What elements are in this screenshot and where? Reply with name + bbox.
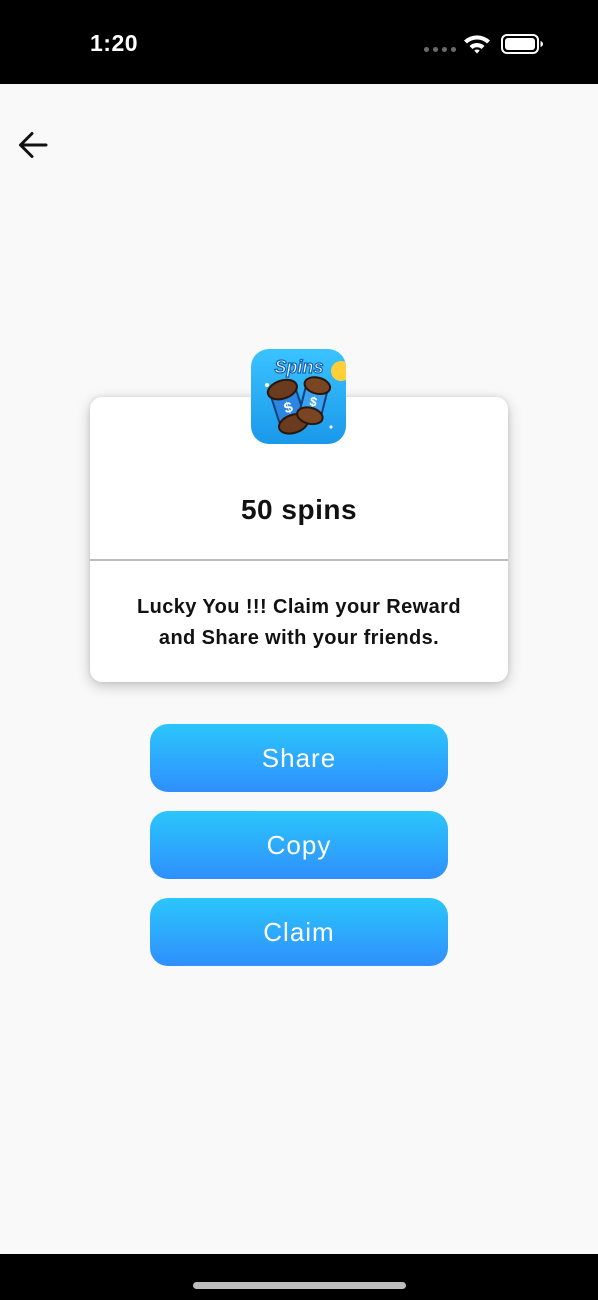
back-arrow-icon bbox=[19, 132, 48, 158]
status-bar: 1:20 bbox=[0, 0, 598, 84]
copy-button[interactable]: Copy bbox=[150, 811, 448, 879]
reward-message: Lucky You !!! Claim your Reward and Shar… bbox=[100, 592, 498, 654]
card-divider bbox=[90, 559, 508, 561]
wifi-icon bbox=[464, 35, 490, 54]
claim-button[interactable]: Claim bbox=[150, 898, 448, 966]
status-time: 1:20 bbox=[90, 30, 139, 56]
reward-title: 50 spins bbox=[240, 494, 358, 525]
signal-icon bbox=[424, 47, 456, 53]
spins-app-icon: Spins $ $ bbox=[251, 349, 346, 444]
reward-message-line-1: Lucky You !!! Claim your Reward bbox=[137, 596, 461, 618]
reward-message-line-2: and Share with your friends. bbox=[158, 627, 440, 649]
home-indicator[interactable] bbox=[193, 1282, 406, 1289]
share-button[interactable]: Share bbox=[150, 724, 448, 792]
back-button[interactable] bbox=[12, 124, 54, 166]
bottom-bar bbox=[0, 1254, 598, 1300]
spins-icon-label: Spins bbox=[274, 357, 323, 377]
spins-icon: Spins $ $ bbox=[251, 349, 346, 444]
battery-icon bbox=[501, 34, 543, 54]
